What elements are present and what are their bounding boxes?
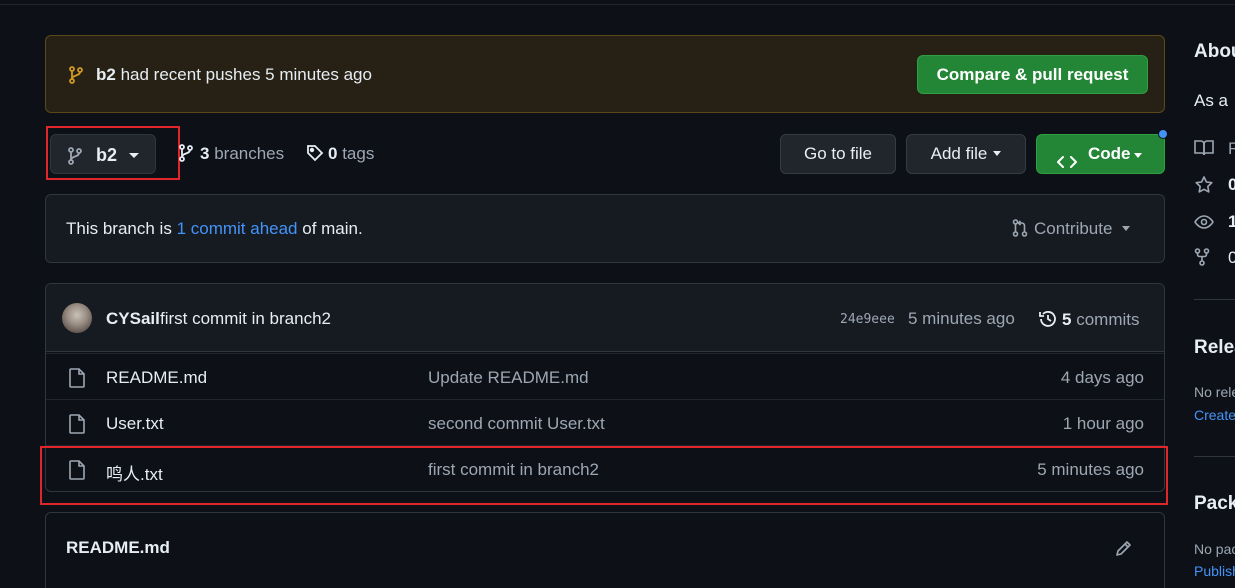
banner-message: had recent pushes 5 minutes ago [120,65,372,84]
code-icon [1057,146,1077,184]
file-commit-message[interactable]: Update README.md [428,368,589,388]
tags-link[interactable]: 0 tags [306,144,374,167]
chevron-down-icon [1122,226,1131,231]
tags-label: tags [342,144,375,163]
publish-package-link[interactable]: Publish [1194,563,1235,579]
stars-link[interactable]: 0 [1194,175,1235,195]
star-icon [1194,175,1214,200]
packages-heading[interactable]: Packages [1194,493,1235,515]
ahead-prefix: This branch is [66,219,172,238]
file-commit-message[interactable]: second commit User.txt [428,414,605,434]
commit-author[interactable]: CYSail [106,309,160,329]
code-button-label: Code [1088,144,1131,163]
highlight-box-branch [46,126,180,180]
about-heading: About [1194,41,1235,62]
eye-icon [1194,214,1214,235]
commit-time: 5 minutes ago [908,309,1015,328]
pencil-icon[interactable] [1114,538,1134,563]
forks-count: 0 [1228,248,1235,267]
git-branch-icon [68,66,84,89]
add-file-button[interactable]: Add file [906,134,1026,174]
file-row[interactable]: README.md Update README.md 4 days ago [46,353,1164,399]
contribute-dropdown[interactable]: Contribute [1012,219,1131,242]
readme-panel: README.md [45,512,1165,588]
code-button[interactable]: Code [1036,134,1165,174]
packages-text: No packages [1194,541,1235,557]
repo-forked-icon [1194,248,1210,271]
create-release-link[interactable]: Create [1194,407,1235,423]
commit-message[interactable]: first commit in branch2 [160,309,331,329]
go-to-file-button[interactable]: Go to file [780,134,896,174]
top-divider [0,4,1235,5]
branches-link[interactable]: 3 branches [178,144,284,167]
highlight-box-file [40,446,1168,505]
file-icon [68,414,86,439]
ahead-suffix: of main. [302,219,363,238]
file-name[interactable]: User.txt [106,414,164,434]
banner-branch-name[interactable]: b2 [96,65,116,84]
tags-count: 0 [328,144,338,163]
notification-dot [1158,129,1168,139]
compare-pull-request-button[interactable]: Compare & pull request [917,55,1148,94]
file-time: 1 hour ago [1062,414,1144,433]
chevron-down-icon [993,151,1002,156]
releases-heading[interactable]: Releases [1194,337,1235,359]
about-description: As a [1194,91,1229,110]
recent-pushes-text: b2 had recent pushes 5 minutes ago [96,65,372,85]
sidebar-divider [1194,299,1235,300]
readme-link-label: R [1228,139,1235,158]
file-icon [68,368,86,393]
recent-pushes-banner: b2 had recent pushes 5 minutes ago Compa… [45,35,1165,113]
book-icon [1194,139,1214,162]
latest-commit-header: CYSail first commit in branch2 24e9eee 5… [46,284,1164,352]
file-time: 4 days ago [1060,368,1144,387]
file-row[interactable]: User.txt second commit User.txt 1 hour a… [46,399,1164,445]
repo-sidebar: About As a R 0 1 0 Releases No releases … [1194,0,1235,588]
branch-ahead-text: This branch is 1 commit ahead of main. [66,219,363,239]
contribute-label: Contribute [1034,219,1113,238]
forks-link[interactable]: 0 [1194,248,1235,271]
readme-link[interactable]: R [1194,139,1235,162]
branch-ahead-box: This branch is 1 commit ahead of main. C… [45,194,1165,263]
readme-title[interactable]: README.md [66,538,170,558]
commit-sha[interactable]: 24e9eee [840,312,895,327]
chevron-down-icon [1134,153,1142,158]
history-icon [1038,309,1058,334]
commits-label: commits [1076,310,1140,329]
git-pull-request-icon [1012,219,1028,242]
avatar[interactable] [62,303,92,333]
branches-count: 3 [200,144,210,163]
releases-text: No releases [1194,384,1235,400]
file-name[interactable]: README.md [106,368,207,388]
commit-ahead-link[interactable]: 1 commit ahead [177,219,298,238]
watchers-count: 1 [1228,212,1235,231]
stars-count: 0 [1228,175,1235,194]
commits-link[interactable]: 5 commits [1038,309,1139,334]
commits-count: 5 [1062,310,1072,329]
watchers-link[interactable]: 1 [1194,212,1235,235]
git-branch-icon [178,144,194,167]
tag-icon [306,144,324,167]
branches-label: branches [214,144,285,163]
add-file-label: Add file [930,144,988,163]
sidebar-divider [1194,456,1235,457]
